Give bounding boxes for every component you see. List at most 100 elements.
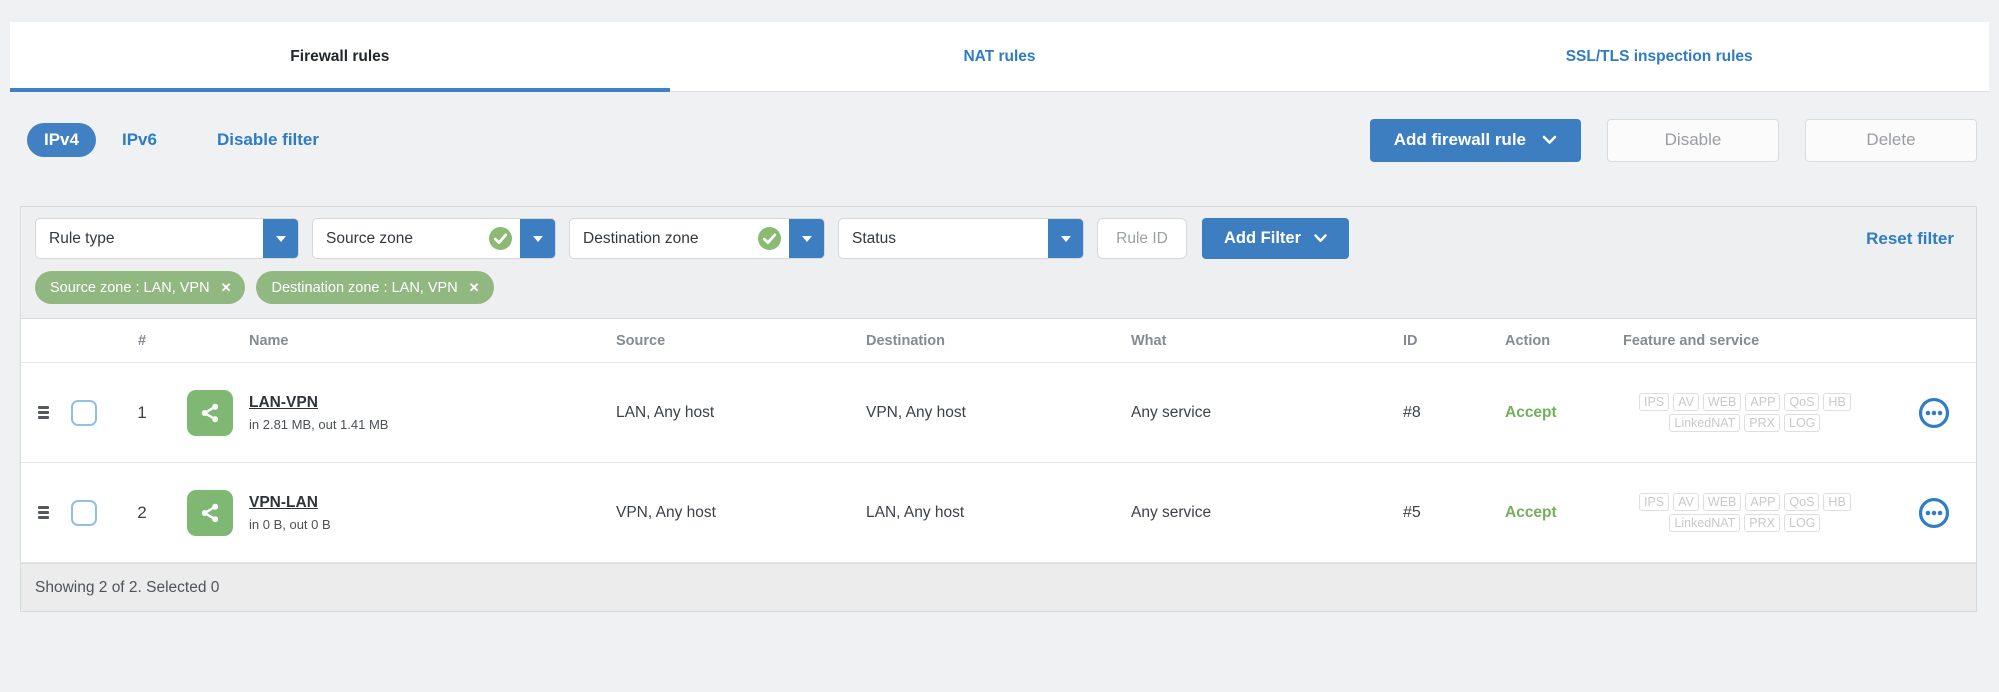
badge-hb: HB bbox=[1823, 393, 1851, 411]
source-zone-dropdown[interactable]: Source zone bbox=[312, 218, 556, 259]
badge-web: WEB bbox=[1702, 493, 1742, 511]
check-circle-icon bbox=[489, 227, 512, 250]
tab-firewall-rules[interactable]: Firewall rules bbox=[10, 22, 670, 92]
row-more-menu-icon[interactable] bbox=[1918, 397, 1950, 429]
badge-ips: IPS bbox=[1639, 393, 1670, 411]
chevron-down-icon[interactable] bbox=[789, 219, 824, 258]
disable-filter-link[interactable]: Disable filter bbox=[217, 130, 319, 150]
cell-destination: LAN, Any host bbox=[866, 503, 965, 521]
badge-linkednat: LinkedNAT bbox=[1669, 414, 1741, 432]
rules-tabbar: Firewall rules NAT rules SSL/TLS inspect… bbox=[10, 22, 1989, 92]
filter-chip-destination-zone: Destination zone : LAN, VPN ✕ bbox=[256, 271, 494, 304]
cell-what: Any service bbox=[1131, 503, 1212, 521]
drag-handle-icon[interactable] bbox=[34, 502, 53, 523]
header-id: ID bbox=[1403, 332, 1418, 349]
reset-filter-link[interactable]: Reset filter bbox=[1866, 229, 1954, 249]
toolbar: IPv4 IPv6 Disable filter Add firewall ru… bbox=[27, 118, 1977, 162]
badge-app: APP bbox=[1745, 493, 1781, 511]
chevron-down-icon bbox=[1314, 234, 1327, 242]
table-header-row: # Name Source Destination What ID Action… bbox=[21, 319, 1976, 363]
remove-chip-icon[interactable]: ✕ bbox=[469, 281, 480, 294]
badge-prx: PRX bbox=[1744, 514, 1780, 532]
rule-traffic: in 2.81 MB, out 1.41 MB bbox=[249, 416, 389, 432]
header-destination: Destination bbox=[866, 332, 945, 349]
filter-row: Rule type Source zone Destination zone S… bbox=[21, 207, 1976, 269]
delete-button[interactable]: Delete bbox=[1805, 118, 1977, 162]
rule-name-link[interactable]: VPN-LAN bbox=[249, 494, 318, 512]
dropdown-label: Rule type bbox=[49, 229, 115, 247]
badge-hb: HB bbox=[1823, 493, 1851, 511]
badge-log: LOG bbox=[1784, 514, 1821, 532]
rule-id-input[interactable] bbox=[1097, 218, 1187, 259]
badge-linkednat: LinkedNAT bbox=[1669, 514, 1741, 532]
cell-what: Any service bbox=[1131, 403, 1212, 421]
table-row: 1 LAN-VPN in 2.81 MB, out 1.41 MB LAN, A… bbox=[21, 363, 1976, 463]
chevron-down-icon[interactable] bbox=[520, 219, 555, 258]
add-firewall-rule-button[interactable]: Add firewall rule bbox=[1369, 118, 1581, 162]
badge-app: APP bbox=[1745, 393, 1781, 411]
filter-chip-source-zone: Source zone : LAN, VPN ✕ bbox=[35, 271, 246, 304]
tab-label: NAT rules bbox=[963, 47, 1036, 65]
firewall-rules-table: # Name Source Destination What ID Action… bbox=[21, 318, 1976, 611]
firewall-rules-panel: Rule type Source zone Destination zone S… bbox=[20, 206, 1977, 612]
header-num: # bbox=[137, 332, 147, 349]
add-filter-button[interactable]: Add Filter bbox=[1202, 218, 1349, 259]
rule-traffic: in 0 B, out 0 B bbox=[249, 516, 331, 532]
badge-log: LOG bbox=[1784, 414, 1821, 432]
rule-type-share-icon bbox=[187, 389, 233, 436]
chip-label: Source zone : LAN, VPN bbox=[50, 279, 210, 296]
header-name: Name bbox=[249, 332, 289, 349]
row-more-menu-icon[interactable] bbox=[1918, 497, 1950, 529]
badge-prx: PRX bbox=[1744, 414, 1780, 432]
badge-qos: QoS bbox=[1784, 493, 1820, 511]
badge-web: WEB bbox=[1702, 393, 1742, 411]
cell-rule-id: #8 bbox=[1403, 403, 1421, 421]
table-footer: Showing 2 of 2. Selected 0 bbox=[21, 563, 1976, 611]
remove-chip-icon[interactable]: ✕ bbox=[221, 281, 232, 294]
chevron-down-icon[interactable] bbox=[1048, 219, 1083, 258]
dropdown-label: Source zone bbox=[326, 229, 414, 247]
drag-handle-icon[interactable] bbox=[34, 402, 53, 423]
dropdown-label: Status bbox=[852, 229, 896, 247]
header-action: Action bbox=[1505, 332, 1551, 349]
badge-av: AV bbox=[1673, 393, 1699, 411]
tab-label: Firewall rules bbox=[290, 47, 390, 65]
rule-type-dropdown[interactable]: Rule type bbox=[35, 218, 299, 259]
table-row: 2 VPN-LAN in 0 B, out 0 B VPN, Any host … bbox=[21, 463, 1976, 563]
add-firewall-rule-label: Add firewall rule bbox=[1393, 130, 1526, 149]
rule-name-link[interactable]: LAN-VPN bbox=[249, 394, 318, 412]
badge-av: AV bbox=[1673, 493, 1699, 511]
row-checkbox[interactable] bbox=[71, 499, 97, 526]
row-checkbox[interactable] bbox=[71, 399, 97, 426]
cell-source: VPN, Any host bbox=[616, 503, 716, 521]
cell-rule-id: #5 bbox=[1403, 503, 1421, 521]
destination-zone-dropdown[interactable]: Destination zone bbox=[569, 218, 825, 259]
ipv4-toggle[interactable]: IPv4 bbox=[27, 123, 96, 157]
active-filter-chips: Source zone : LAN, VPN ✕ Destination zon… bbox=[21, 269, 1976, 318]
chip-label: Destination zone : LAN, VPN bbox=[271, 279, 458, 296]
dropdown-label: Destination zone bbox=[583, 229, 699, 247]
feature-badges: IPS AV WEB APP QoS HB LinkedNAT PRX LOG bbox=[1639, 393, 1851, 432]
badge-ips: IPS bbox=[1639, 493, 1670, 511]
ipv6-toggle[interactable]: IPv6 bbox=[122, 130, 157, 150]
disable-button[interactable]: Disable bbox=[1607, 118, 1779, 162]
header-feature-and-service: Feature and service bbox=[1623, 332, 1760, 349]
chevron-down-icon bbox=[1542, 135, 1557, 144]
chevron-down-icon[interactable] bbox=[263, 219, 298, 258]
row-number: 2 bbox=[137, 502, 147, 522]
feature-badges: IPS AV WEB APP QoS HB LinkedNAT PRX LOG bbox=[1639, 493, 1851, 532]
tab-nat-rules[interactable]: NAT rules bbox=[670, 22, 1330, 91]
cell-destination: VPN, Any host bbox=[866, 403, 966, 421]
cell-action: Accept bbox=[1505, 403, 1557, 421]
showing-summary: Showing 2 of 2. Selected 0 bbox=[35, 578, 220, 596]
add-filter-label: Add Filter bbox=[1224, 229, 1301, 247]
cell-source: LAN, Any host bbox=[616, 403, 715, 421]
tab-label: SSL/TLS inspection rules bbox=[1565, 47, 1753, 65]
row-number: 1 bbox=[137, 402, 147, 422]
rule-type-share-icon bbox=[187, 489, 233, 536]
badge-qos: QoS bbox=[1784, 393, 1820, 411]
tab-ssl-tls-inspection-rules[interactable]: SSL/TLS inspection rules bbox=[1329, 22, 1989, 91]
status-dropdown[interactable]: Status bbox=[838, 218, 1084, 259]
cell-action: Accept bbox=[1505, 503, 1557, 521]
check-circle-icon bbox=[758, 227, 781, 250]
